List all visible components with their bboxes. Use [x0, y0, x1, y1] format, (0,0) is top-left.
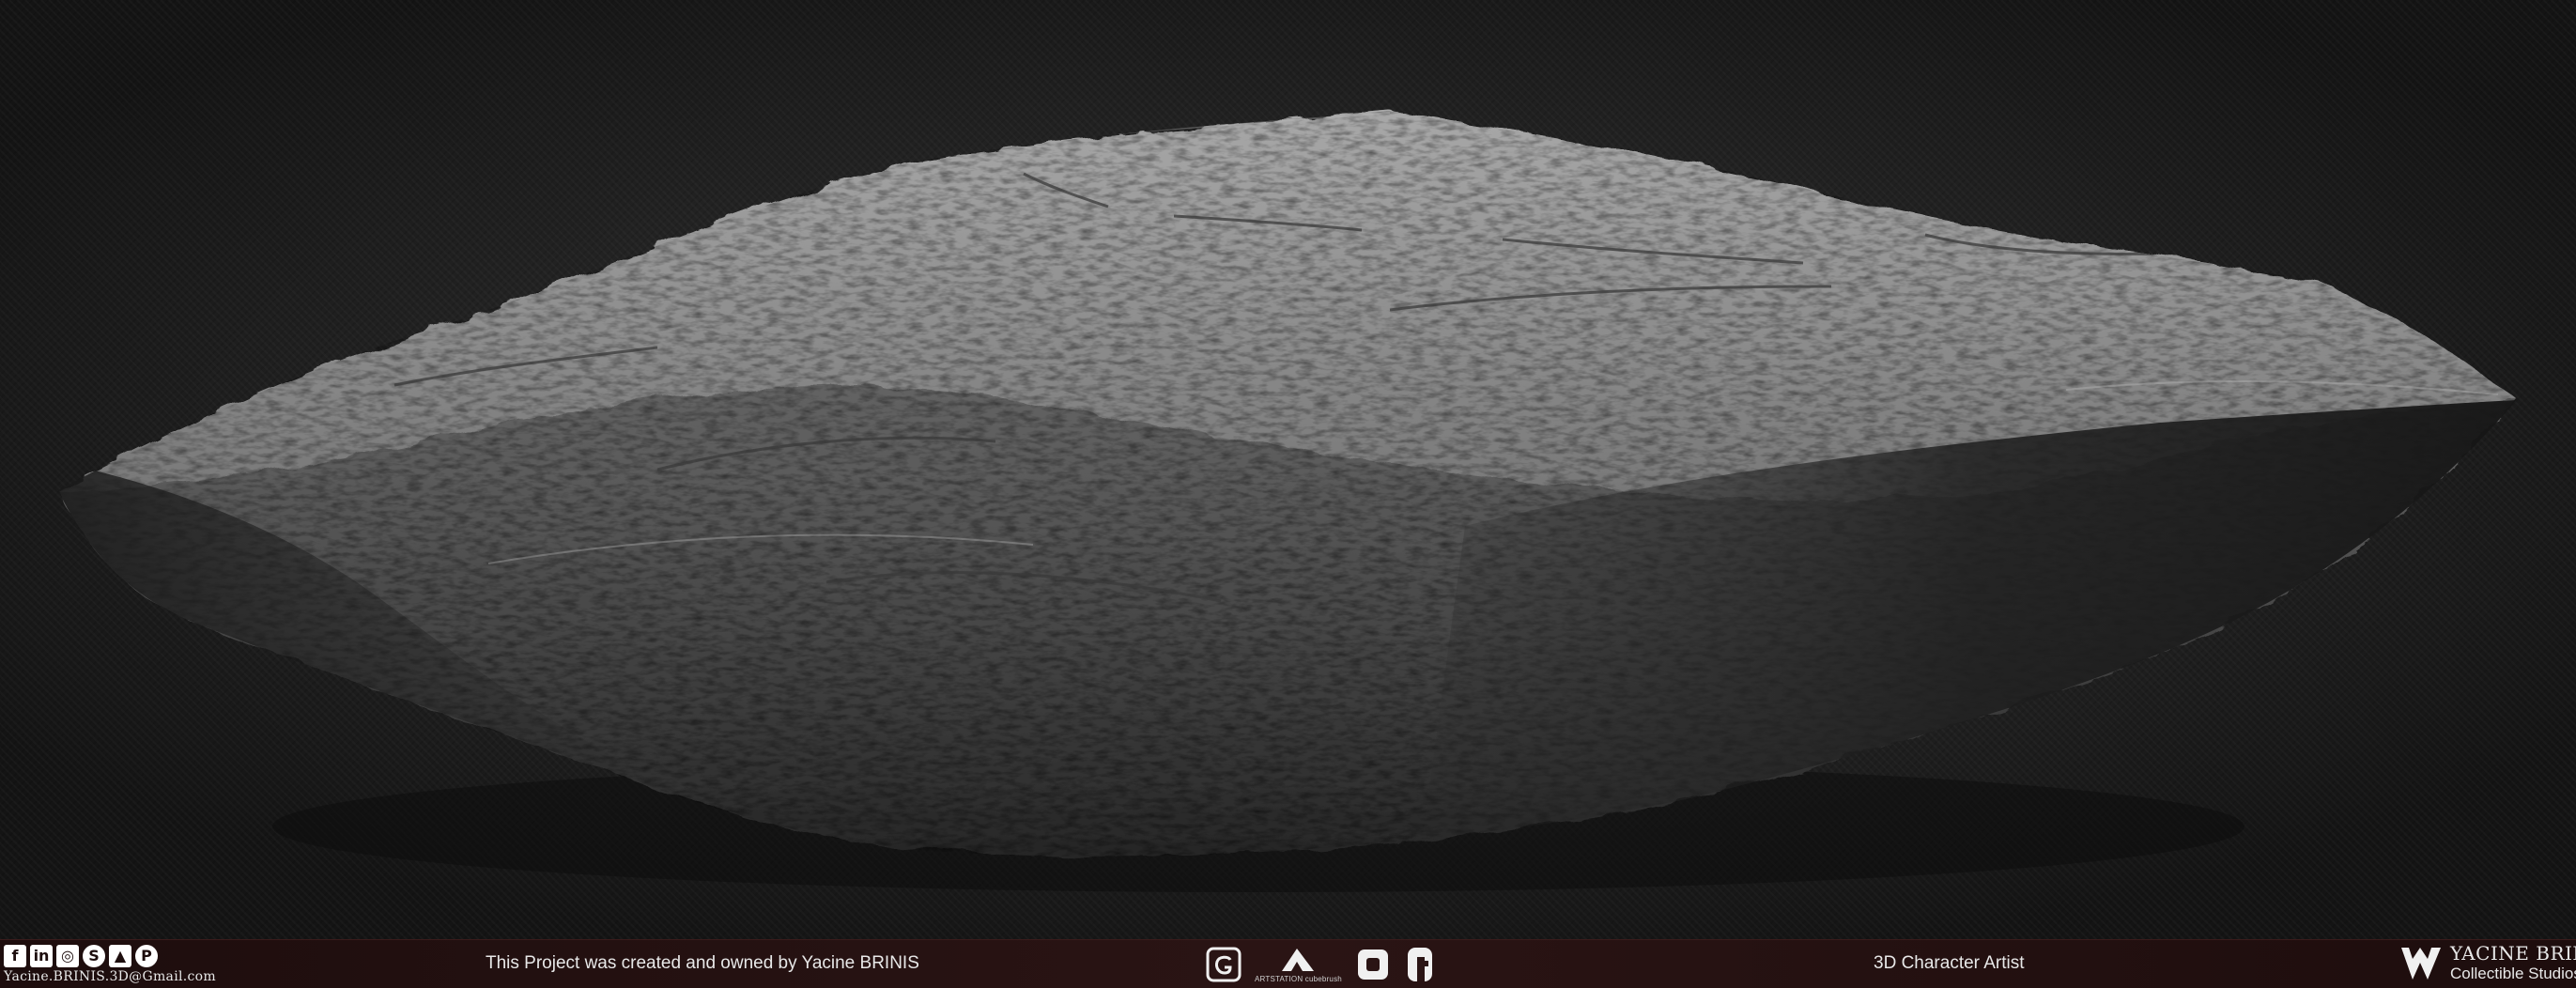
footer-bar: f in ◎ S ▲ P Yacine.BRINIS.3D@Gmail.com … — [0, 939, 2576, 988]
artstation-icon[interactable]: ▲ — [109, 945, 131, 967]
brand-signature: YACINE BRINIS Collectible Studios — [2399, 943, 2576, 984]
facebook-icon[interactable]: f — [4, 945, 26, 967]
skype-icon[interactable]: S — [83, 945, 105, 967]
social-icons-row: f in ◎ S ▲ P — [4, 944, 192, 968]
brand-name: YACINE BRINIS — [2450, 942, 2576, 965]
flippednormals-icon[interactable] — [1404, 946, 1436, 983]
artwork-canvas: f in ◎ S ▲ P Yacine.BRINIS.3D@Gmail.com … — [0, 0, 2576, 988]
artstation-logo-icon[interactable] — [1278, 947, 1318, 975]
contact-email[interactable]: Yacine.BRINIS.3D@Gmail.com — [4, 969, 216, 984]
linkedin-icon[interactable]: in — [30, 945, 53, 967]
artist-role: 3D Character Artist — [1874, 953, 2025, 973]
yacine-brinis-logo-icon — [2401, 948, 2441, 980]
pinterest-icon[interactable]: P — [135, 945, 158, 967]
artstation-caption: ARTSTATION cubebrush — [1255, 974, 1342, 983]
cubebrush-icon[interactable] — [1355, 947, 1391, 982]
brand-subtitle: Collectible Studios — [2450, 965, 2576, 982]
instagram-icon[interactable]: ◎ — [56, 945, 79, 967]
social-links: f in ◎ S ▲ P Yacine.BRINIS.3D@Gmail.com — [4, 944, 216, 984]
project-credit: This Project was created and owned by Ya… — [486, 953, 919, 973]
rock-sculpt-render — [58, 111, 2517, 892]
store-logos: ARTSTATION cubebrush — [1206, 946, 1436, 983]
gumroad-icon[interactable] — [1206, 947, 1242, 982]
